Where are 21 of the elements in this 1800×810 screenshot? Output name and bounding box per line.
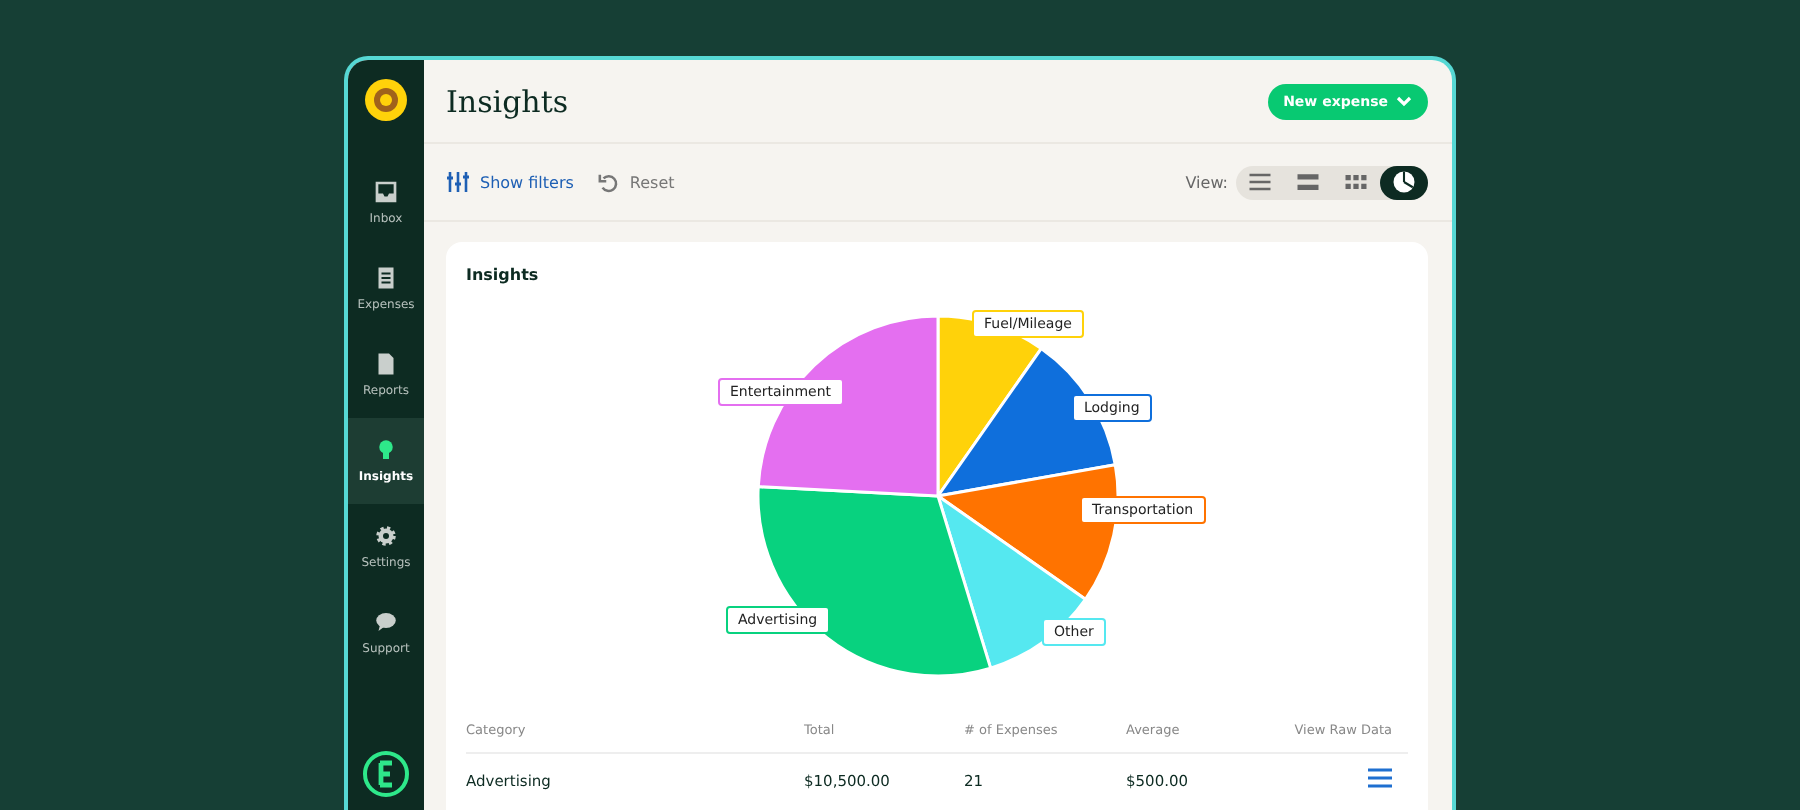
undo-icon [597,171,620,193]
rows-icon [1294,168,1322,196]
page-title: Insights [446,83,569,119]
view-label: View: [1185,173,1228,191]
inbox-tray-icon [374,180,398,204]
reset-button[interactable]: Reset [597,171,675,193]
document-icon [374,352,398,376]
show-filters-button[interactable]: Show filters [446,170,574,194]
lightbulb-icon [374,438,398,462]
receipt-icon [374,266,398,290]
gear-icon [374,524,398,548]
speech-bubble-icon [374,610,398,634]
sliders-icon [446,170,470,194]
view-toggle[interactable] [1380,165,1428,199]
pie-chart-icon [1390,168,1418,196]
menu-lines-icon [1368,768,1392,788]
chevron-down-icon [1396,95,1412,107]
avatar-icon [364,78,408,122]
list-icon [1246,168,1274,196]
brand-logo-icon [362,750,410,798]
card-title: Insights [466,266,541,284]
